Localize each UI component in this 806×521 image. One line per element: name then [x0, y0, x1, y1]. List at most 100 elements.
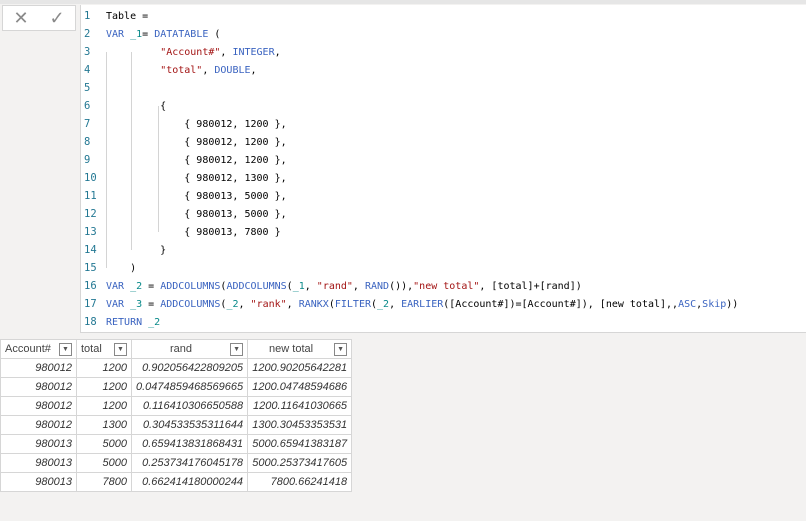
code-line[interactable]: 7 { 980012, 1200 }, — [81, 115, 287, 133]
code-text: )) — [726, 299, 739, 310]
code-line[interactable]: 2 VAR _1= DATATABLE ( — [81, 25, 220, 43]
code-text: , — [202, 65, 215, 76]
table-row: 980012 1200 0.116410306650588 1200.11641030… — [0, 396, 353, 416]
code-text: { 980013, 5000 }, — [106, 191, 287, 202]
column-header[interactable]: total ▼ — [76, 339, 132, 359]
line-number: 15 — [84, 262, 97, 274]
table-row: 980012 1300 0.304533535311644 1300.30453353… — [0, 415, 353, 435]
code-line[interactable]: 15 ) — [81, 259, 136, 277]
code-variable: _2 — [148, 317, 161, 328]
table-cell: 980013 — [0, 472, 77, 492]
code-keyword: VAR — [106, 29, 131, 40]
code-line[interactable]: 16 VAR _2 = ADDCOLUMNS(ADDCOLUMNS(_1, "ra… — [81, 277, 582, 295]
code-string: "new total" — [413, 281, 480, 292]
data-table: Account# ▼ total ▼ rand ▼ new total ▼ 980012 120… — [0, 339, 353, 492]
table-cell: 0.253734176045178 — [130, 453, 249, 473]
table-row: 980012 1200 0.0474859468569665 1200.0474859… — [0, 377, 353, 397]
code-keyword: ADDCOLUMNS — [226, 281, 287, 292]
table-cell: 1200 — [76, 377, 132, 397]
code-variable: _2 — [130, 281, 143, 292]
code-text: , — [274, 47, 281, 58]
table-cell: 1200.04748594686 — [247, 377, 353, 397]
filter-dropdown-chevron-down-icon[interactable]: ▼ — [114, 342, 127, 356]
code-line[interactable]: 13 { 980013, 7800 } — [81, 223, 281, 241]
table-cell: 1200 — [76, 358, 132, 378]
code-text: , [total]+[rand]) — [479, 281, 582, 292]
code-string: "rank" — [250, 299, 287, 310]
cancel-x-icon[interactable]: ✕ — [13, 9, 28, 27]
code-line[interactable]: 3 "Account#", INTEGER, — [81, 43, 281, 61]
table-cell: 0.116410306650588 — [130, 396, 249, 416]
code-text: , — [304, 281, 317, 292]
line-number: 13 — [84, 226, 97, 238]
code-line[interactable]: 8 { 980012, 1200 }, — [81, 133, 287, 151]
code-variable: _2 — [226, 299, 239, 310]
table-cell: 0.304533535311644 — [130, 415, 249, 435]
code-line[interactable]: 11 { 980013, 5000 }, — [81, 187, 287, 205]
code-variable: _3 — [130, 299, 143, 310]
code-text: { 980012, 1200 }, — [106, 155, 287, 166]
table-cell: 980012 — [0, 415, 77, 435]
filter-dropdown-chevron-down-icon[interactable]: ▼ — [334, 342, 348, 356]
code-text: { 980012, 1300 }, — [106, 173, 287, 184]
line-number: 16 — [84, 280, 97, 292]
table-cell: 0.662414180000244 — [130, 472, 249, 492]
code-string: "total" — [160, 65, 203, 76]
code-line[interactable]: 10 { 980012, 1300 }, — [81, 169, 287, 187]
code-line[interactable]: 4 "total", DOUBLE, — [81, 61, 257, 79]
dax-formula-editor[interactable]: 1 Table = 2 VAR _1= DATATABLE (3 "Account#"… — [80, 5, 806, 333]
code-line[interactable]: 17 VAR _3 = ADDCOLUMNS(_2, "rank", RANKX(… — [81, 295, 738, 313]
table-row: 980012 1200 0.902056422809205 1200.90205642… — [0, 358, 353, 378]
column-header-label: new total — [269, 343, 314, 355]
code-line[interactable]: 9 { 980012, 1200 }, — [81, 151, 287, 169]
code-line[interactable]: 1 Table = — [81, 7, 148, 25]
filter-dropdown-chevron-down-icon[interactable]: ▼ — [230, 342, 244, 356]
code-line[interactable]: 6 { — [81, 97, 166, 115]
commit-check-icon[interactable]: ✓ — [49, 9, 64, 27]
formula-actions: ✕ ✓ — [2, 5, 76, 31]
filter-dropdown-chevron-down-icon[interactable]: ▼ — [59, 342, 72, 356]
code-string: "Account#" — [160, 47, 221, 58]
line-number: 11 — [84, 190, 97, 202]
table-cell: 0.659413831868431 — [130, 434, 249, 454]
code-keyword: VAR — [106, 281, 131, 292]
table-cell: 0.902056422809205 — [130, 358, 249, 378]
table-row: 980013 5000 0.253734176045178 5000.25373417… — [0, 453, 353, 473]
code-keyword: RANKX — [298, 299, 329, 310]
code-line[interactable]: 14 } — [81, 241, 166, 259]
line-number: 9 — [84, 154, 91, 166]
table-cell: 1200 — [76, 396, 132, 416]
table-cell: 5000 — [76, 434, 132, 454]
code-text: { 980012, 1200 }, — [106, 137, 287, 148]
line-number: 14 — [84, 244, 97, 256]
code-keyword: FILTER — [334, 299, 371, 310]
column-header[interactable]: new total ▼ — [247, 339, 353, 359]
code-variable: _2 — [377, 299, 390, 310]
code-text: = — [142, 299, 161, 310]
line-number: 17 — [84, 298, 97, 310]
column-header[interactable]: rand ▼ — [130, 339, 249, 359]
code-line[interactable]: 12 { 980013, 5000 }, — [81, 205, 287, 223]
column-header[interactable]: Account# ▼ — [0, 339, 77, 359]
code-line[interactable]: 18 RETURN _2 — [81, 313, 160, 331]
line-number: 5 — [84, 82, 91, 94]
code-line[interactable]: 5 — [81, 79, 106, 97]
code-text: ()), — [389, 281, 414, 292]
column-header-label: Account# — [5, 343, 51, 355]
code-text: { 980013, 5000 }, — [106, 209, 287, 220]
line-number: 2 — [84, 28, 91, 40]
table-cell: 1300.30453353531 — [247, 415, 353, 435]
code-text: , — [238, 299, 251, 310]
table-cell: 5000 — [76, 453, 132, 473]
table-row: 980013 7800 0.662414180000244 7800.66241418 — [0, 472, 353, 492]
line-number: 1 — [84, 10, 91, 22]
line-number: 12 — [84, 208, 97, 220]
code-keyword: ADDCOLUMNS — [160, 299, 221, 310]
code-text: } — [106, 245, 167, 256]
code-keyword: ADDCOLUMNS — [160, 281, 221, 292]
top-border — [0, 0, 806, 4]
line-number: 6 — [84, 100, 91, 112]
table-cell: 7800.66241418 — [247, 472, 353, 492]
